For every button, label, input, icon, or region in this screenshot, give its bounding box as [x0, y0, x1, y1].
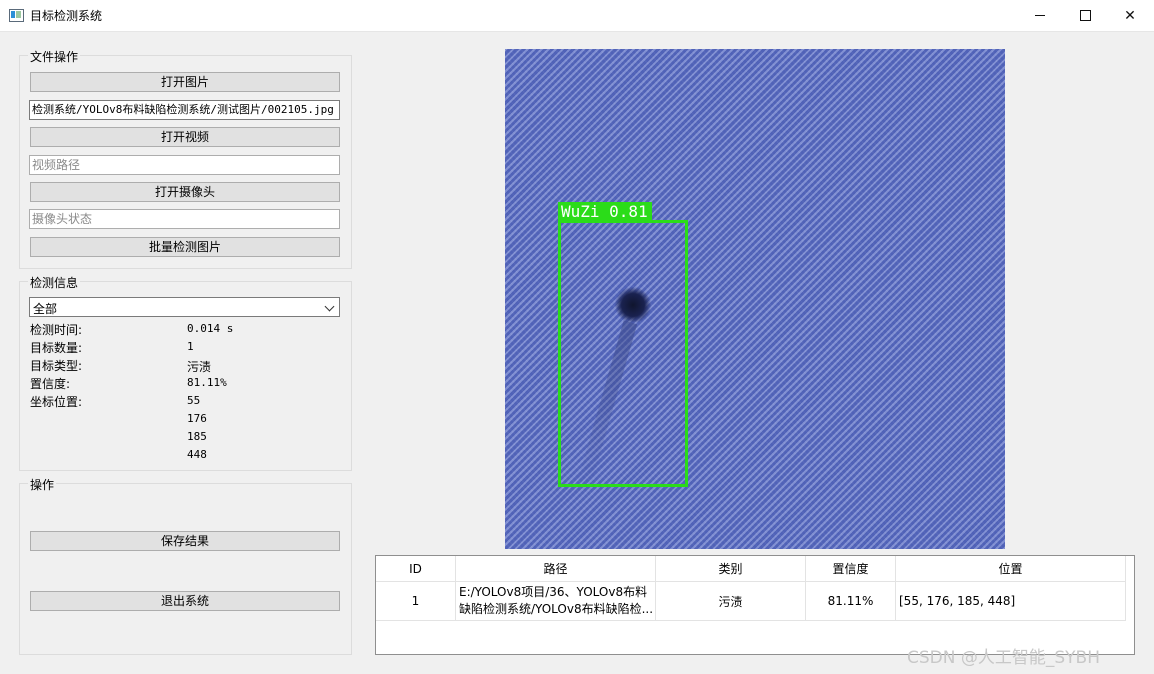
watermark: CSDN @人工智能_SYBH	[907, 648, 1100, 668]
detection-image: WuZi 0.81	[505, 49, 1005, 549]
open-video-button[interactable]: 打开视频	[30, 127, 340, 147]
operations-group: 操作	[19, 476, 352, 655]
batch-detect-button[interactable]: 批量检测图片	[30, 237, 340, 257]
chevron-down-icon	[324, 301, 335, 312]
maximize-icon	[1079, 10, 1091, 21]
exit-system-button[interactable]: 退出系统	[30, 591, 340, 611]
minimize-button[interactable]	[1017, 0, 1063, 31]
confidence-label: 置信度:	[30, 377, 71, 391]
operations-title: 操作	[28, 476, 57, 493]
open-camera-button[interactable]: 打开摄像头	[30, 182, 340, 202]
table-cell-id[interactable]: 1	[376, 582, 456, 621]
count-value: 1	[187, 340, 194, 353]
coord-xmax: 185	[187, 430, 207, 443]
window-title: 目标检测系统	[30, 9, 103, 23]
time-value: 0.014 s	[187, 322, 234, 335]
table-header-confidence[interactable]: 置信度	[806, 556, 896, 582]
table-cell-category[interactable]: 污渍	[656, 582, 806, 621]
table-cell-confidence[interactable]: 81.11%	[806, 582, 896, 621]
close-icon: ✕	[1124, 7, 1136, 24]
file-ops-title: 文件操作	[28, 48, 81, 65]
app-icon	[9, 9, 24, 22]
minimize-icon	[1035, 15, 1045, 16]
type-label: 目标类型:	[30, 359, 83, 373]
camera-status-field[interactable]: 摄像头状态	[29, 209, 340, 229]
save-results-button[interactable]: 保存结果	[30, 531, 340, 551]
results-table[interactable]: ID 路径 类别 置信度 位置 1 E:/YOLOv8项目/36、YOLOv8布…	[375, 555, 1135, 655]
target-select-value: 全部	[33, 302, 58, 316]
detect-info-title: 检测信息	[28, 274, 81, 291]
close-button[interactable]: ✕	[1107, 0, 1153, 31]
table-header-category[interactable]: 类别	[656, 556, 806, 582]
time-label: 检测时间:	[30, 323, 83, 337]
title-bar: 目标检测系统 ✕	[0, 0, 1154, 32]
path-line-2: 缺陷检测系统/YOLOv8布料缺陷检...	[459, 602, 654, 616]
table-header-path[interactable]: 路径	[456, 556, 656, 582]
coord-ymin: 176	[187, 412, 207, 425]
video-path-field[interactable]: 视频路径	[29, 155, 340, 175]
table-header-position[interactable]: 位置	[896, 556, 1126, 582]
coord-xmin: 55	[187, 394, 201, 407]
maximize-button[interactable]	[1062, 0, 1108, 31]
open-image-button[interactable]: 打开图片	[30, 72, 340, 92]
table-header-id[interactable]: ID	[376, 556, 456, 582]
confidence-value: 81.11%	[187, 376, 227, 389]
table-cell-position[interactable]: [55, 176, 185, 448]	[896, 582, 1126, 621]
table-cell-path[interactable]: E:/YOLOv8项目/36、YOLOv8布料 缺陷检测系统/YOLOv8布料缺…	[456, 582, 656, 621]
target-select[interactable]: 全部	[29, 297, 340, 317]
detection-box	[558, 220, 688, 487]
image-path-field[interactable]: 检测系统/YOLOv8布料缺陷检测系统/测试图片/002105.jpg	[29, 100, 340, 120]
coord-label: 坐标位置:	[30, 395, 83, 409]
coord-ymax: 448	[187, 448, 207, 461]
detection-label: WuZi 0.81	[558, 202, 652, 221]
type-value: 污渍	[187, 360, 212, 374]
path-line-1: E:/YOLOv8项目/36、YOLOv8布料	[459, 585, 648, 599]
count-label: 目标数量:	[30, 341, 83, 355]
